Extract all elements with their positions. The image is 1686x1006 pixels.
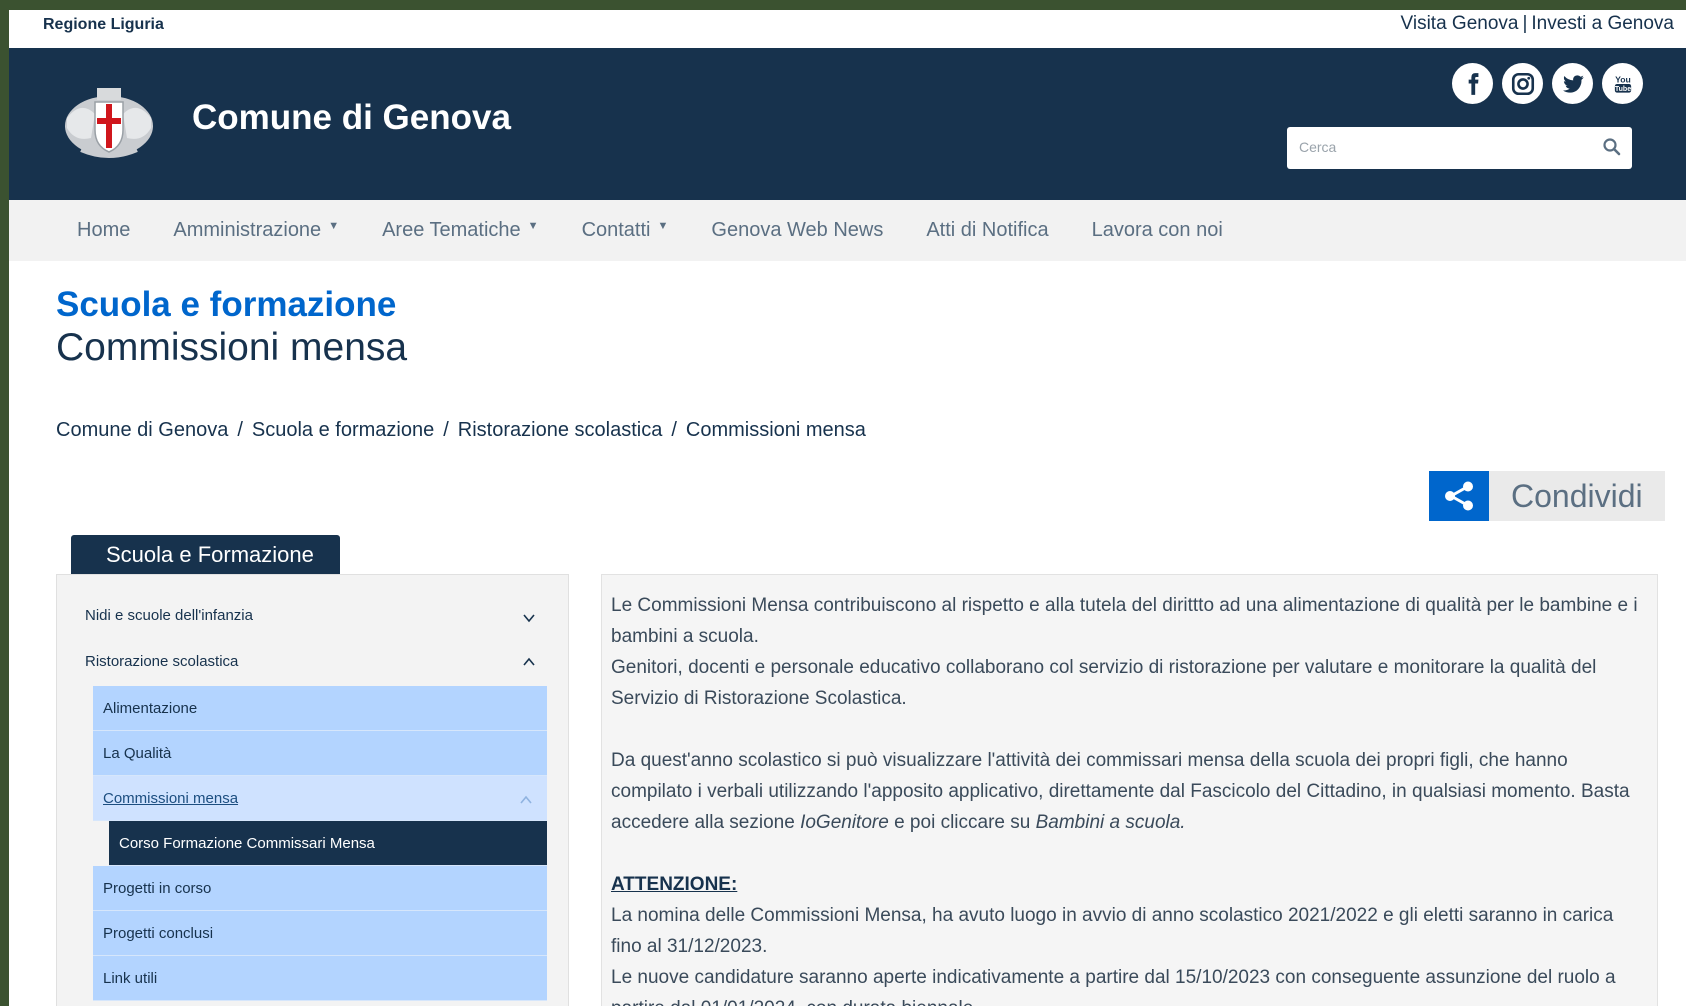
submenu-item-label: Link utili	[103, 969, 158, 987]
section-title[interactable]: Scuola e formazione	[56, 285, 396, 325]
caret-down-icon: ▼	[527, 219, 539, 232]
main-nav: Home Amministrazione ▼ Aree Tematiche ▼ Co…	[9, 200, 1686, 261]
submenu-item-label: La Qualità	[103, 744, 172, 762]
search-box	[1287, 127, 1632, 169]
nav-item-genova-web-news[interactable]: Genova Web News	[711, 219, 883, 242]
nav-item-contatti[interactable]: Contatti ▼	[582, 219, 669, 242]
sidebar-item-ristorazione[interactable]: Ristorazione scolastica	[85, 653, 238, 670]
share-icon	[1429, 471, 1489, 521]
submenu-item-link-utili[interactable]: Link utili	[93, 956, 547, 1001]
nav-item-amministrazione[interactable]: Amministrazione ▼	[173, 219, 339, 242]
content-panel: Le Commissioni Mensa contribuiscono al r…	[601, 574, 1658, 1006]
iogenitore-text: IoGenitore	[800, 812, 889, 833]
nav-item-aree-tematiche[interactable]: Aree Tematiche ▼	[382, 219, 538, 242]
content-paragraph: Da quest'anno scolastico si può visualiz…	[611, 745, 1647, 838]
share-button[interactable]: Condividi	[1429, 471, 1665, 521]
search-icon[interactable]	[1602, 137, 1622, 157]
nav-item-atti-di-notifica[interactable]: Atti di Notifica	[926, 219, 1048, 242]
sidebar-menu: Nidi e scuole dell'infanzia Ristorazione…	[56, 574, 569, 1006]
submenu-item-label: Commissioni mensa	[103, 789, 239, 807]
visit-genova-link[interactable]: Visita Genova	[1401, 13, 1519, 34]
caret-down-icon: ▼	[657, 219, 669, 232]
share-label: Condividi	[1489, 471, 1665, 521]
nav-item-home[interactable]: Home	[77, 219, 130, 242]
content-paragraph: Le nuove candidature saranno aperte indi…	[611, 967, 1616, 1006]
page-title: Commissioni mensa	[56, 326, 408, 369]
page: Regione Liguria Visita Genova | Investi a …	[9, 10, 1686, 1006]
top-bar: Regione Liguria Visita Genova | Investi a …	[9, 10, 1686, 48]
submenu-item-label: Progetti in corso	[103, 879, 212, 897]
invest-genova-link[interactable]: Investi a Genova	[1531, 13, 1674, 34]
breadcrumb: Comune di Genova / Scuola e formazione / Ris…	[56, 419, 866, 442]
facebook-icon[interactable]	[1452, 63, 1493, 104]
site-header: Comune di Genova You Tube	[9, 48, 1686, 200]
breadcrumb-separator: /	[443, 419, 449, 441]
submenu-item-progetti-conclusi[interactable]: Progetti conclusi	[93, 911, 547, 956]
breadcrumb-item[interactable]: Comune di Genova	[56, 419, 228, 441]
coat-of-arms-logo[interactable]	[61, 78, 157, 164]
submenu-item-alimentazione[interactable]: Alimentazione	[93, 686, 547, 731]
nav-item-label: Genova Web News	[711, 219, 884, 241]
breadcrumb-separator: /	[237, 419, 243, 441]
submenu-item-corso-formazione[interactable]: Corso Formazione Commissari Mensa	[109, 821, 547, 866]
chevron-up-icon[interactable]	[522, 655, 536, 669]
submenu-item-label: Corso Formazione Commissari Mensa	[119, 834, 375, 852]
submenu-item-progetti-in-corso[interactable]: Progetti in corso	[93, 866, 547, 911]
nav-item-label: Atti di Notifica	[926, 219, 1049, 241]
sidebar-item-nidi[interactable]: Nidi e scuole dell'infanzia	[85, 607, 253, 624]
submenu-item-la-qualita[interactable]: La Qualità	[93, 731, 547, 776]
chevron-down-icon[interactable]	[522, 611, 536, 625]
nav-item-label: Aree Tematiche	[382, 219, 521, 241]
svg-text:Tube: Tube	[1614, 86, 1630, 93]
instagram-icon[interactable]	[1502, 63, 1543, 104]
content-paragraph: La nomina delle Commissioni Mensa, ha av…	[611, 905, 1614, 957]
top-links: Visita Genova | Investi a Genova	[1401, 13, 1674, 35]
submenu-item-label: Progetti conclusi	[103, 924, 214, 942]
content-paragraph: Genitori, docenti e personale educativo …	[611, 657, 1597, 709]
nav-item-lavora-con-noi[interactable]: Lavora con noi	[1092, 219, 1223, 242]
submenu-item-label: Alimentazione	[103, 699, 198, 717]
search-input[interactable]	[1299, 127, 1589, 167]
content-paragraph: Le Commissioni Mensa contribuiscono al r…	[611, 595, 1638, 647]
nav-item-label: Contatti	[581, 219, 651, 241]
breadcrumb-current: Commissioni mensa	[685, 419, 866, 441]
nav-item-label: Lavora con noi	[1091, 219, 1223, 241]
attention-heading: ATTENZIONE:	[611, 874, 738, 895]
breadcrumb-item[interactable]: Scuola e formazione	[252, 419, 434, 441]
site-title[interactable]: Comune di Genova	[192, 98, 511, 138]
twitter-icon[interactable]	[1552, 63, 1593, 104]
caret-down-icon: ▼	[328, 219, 340, 232]
nav-item-label: Home	[77, 219, 131, 241]
svg-text:You: You	[1615, 74, 1631, 84]
nav-item-label: Amministrazione	[173, 219, 322, 241]
region-link[interactable]: Regione Liguria	[43, 16, 164, 34]
sidebar-tab[interactable]: Scuola e Formazione	[71, 535, 340, 575]
bambini-a-scuola-text: Bambini a scuola.	[1035, 812, 1186, 833]
top-links-separator: |	[1522, 13, 1528, 34]
breadcrumb-item[interactable]: Ristorazione scolastica	[458, 419, 663, 441]
chevron-up-icon[interactable]	[519, 793, 533, 807]
submenu-item-commissioni-mensa[interactable]: Commissioni mensa	[93, 776, 547, 821]
content-text: e poi cliccare su	[888, 812, 1036, 833]
breadcrumb-separator: /	[671, 419, 677, 441]
social-links: You Tube	[1452, 63, 1643, 104]
youtube-icon[interactable]: You Tube	[1602, 63, 1643, 104]
